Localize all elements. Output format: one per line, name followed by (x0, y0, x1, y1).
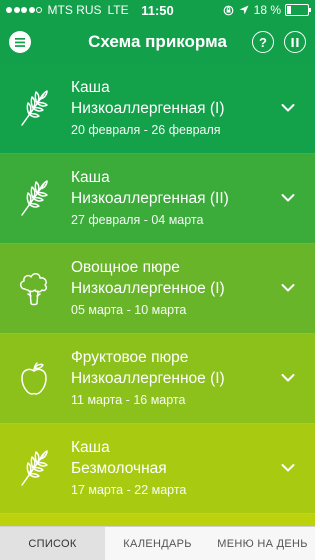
battery-icon (285, 4, 311, 16)
stage-text: Каша Безмолочная 17 марта - 22 марта (71, 437, 186, 501)
stage-dates: 05 марта - 10 марта (71, 303, 187, 317)
tab-1[interactable]: КАЛЕНДАРЬ (105, 527, 210, 560)
app-screen: MTS RUS LTE 11:50 18 % Схема прикорма ? … (0, 0, 315, 560)
stage-dates: 11 марта - 16 марта (71, 393, 186, 407)
stage-text: Фруктовое пюре Низкоаллергенное (I) 11 мар… (71, 347, 225, 411)
broccoli-icon (18, 269, 50, 307)
stage-name: Низкоаллергенная (I) (71, 100, 225, 117)
wheat-icon (18, 449, 50, 487)
stage-category: Каша (71, 79, 110, 96)
stage-category: Фруктовое пюре (71, 349, 189, 366)
stage-category: Овощное пюре (71, 259, 180, 276)
stage-dates: 20 февраля - 26 февраля (71, 123, 221, 137)
stage-name: Безмолочная (71, 460, 167, 477)
stage-row[interactable]: Фруктовое пюре Низкоаллергенное (I) 11 мар… (0, 333, 315, 423)
help-button[interactable]: ? (252, 31, 274, 53)
tab-0[interactable]: СПИСОК (0, 527, 105, 560)
rotation-lock-icon (223, 5, 234, 16)
stage-row[interactable]: Каша Безмолочная 17 марта - 22 марта (0, 423, 315, 513)
stage-row[interactable]: Каша Низкоаллергенная (I) 20 февраля - 26 … (0, 64, 315, 153)
chevron-down-icon[interactable] (281, 370, 295, 382)
stage-dates: 27 февраля - 04 марта (71, 213, 204, 227)
status-right: 18 % (218, 3, 311, 17)
location-arrow-icon (239, 5, 249, 15)
chevron-down-icon[interactable] (281, 190, 295, 202)
feeding-stage-list: Каша Низкоаллергенная (I) 20 февраля - 26 … (0, 64, 315, 544)
nav-bar: Схема прикорма ? (0, 20, 315, 64)
status-bar: MTS RUS LTE 11:50 18 % (0, 0, 315, 20)
stage-name: Низкоаллергенное (I) (71, 370, 225, 387)
stage-name: Низкоаллергенная (II) (71, 190, 229, 207)
stage-row[interactable]: Овощное пюре Низкоаллергенное (I) 05 марта… (0, 243, 315, 333)
stage-text: Овощное пюре Низкоаллергенное (I) 05 марта… (71, 257, 225, 321)
stage-name: Низкоаллергенное (I) (71, 280, 225, 297)
tab-2[interactable]: МЕНЮ НА ДЕНЬ (210, 527, 315, 560)
stage-category: Каша (71, 439, 110, 456)
stage-text: Каша Низкоаллергенная (II) 27 февраля - 04… (71, 167, 229, 231)
wheat-icon (18, 89, 50, 127)
wheat-icon (18, 179, 50, 217)
stage-dates: 17 марта - 22 марта (71, 483, 187, 497)
chevron-down-icon[interactable] (281, 280, 295, 292)
pause-button[interactable] (284, 31, 306, 53)
pause-icon (291, 37, 299, 47)
battery-percent: 18 % (253, 3, 281, 17)
chevron-down-icon[interactable] (281, 460, 295, 472)
stage-category: Каша (71, 169, 110, 186)
battery-level (287, 6, 291, 14)
stage-text: Каша Низкоаллергенная (I) 20 февраля - 26 … (71, 77, 225, 141)
help-icon: ? (259, 34, 267, 50)
apple-icon (18, 359, 50, 397)
stage-row[interactable]: Каша Низкоаллергенная (II) 27 февраля - 04… (0, 153, 315, 243)
chevron-down-icon[interactable] (281, 100, 295, 112)
tab-bar: СПИСОК КАЛЕНДАРЬ МЕНЮ НА ДЕНЬ (0, 526, 315, 560)
